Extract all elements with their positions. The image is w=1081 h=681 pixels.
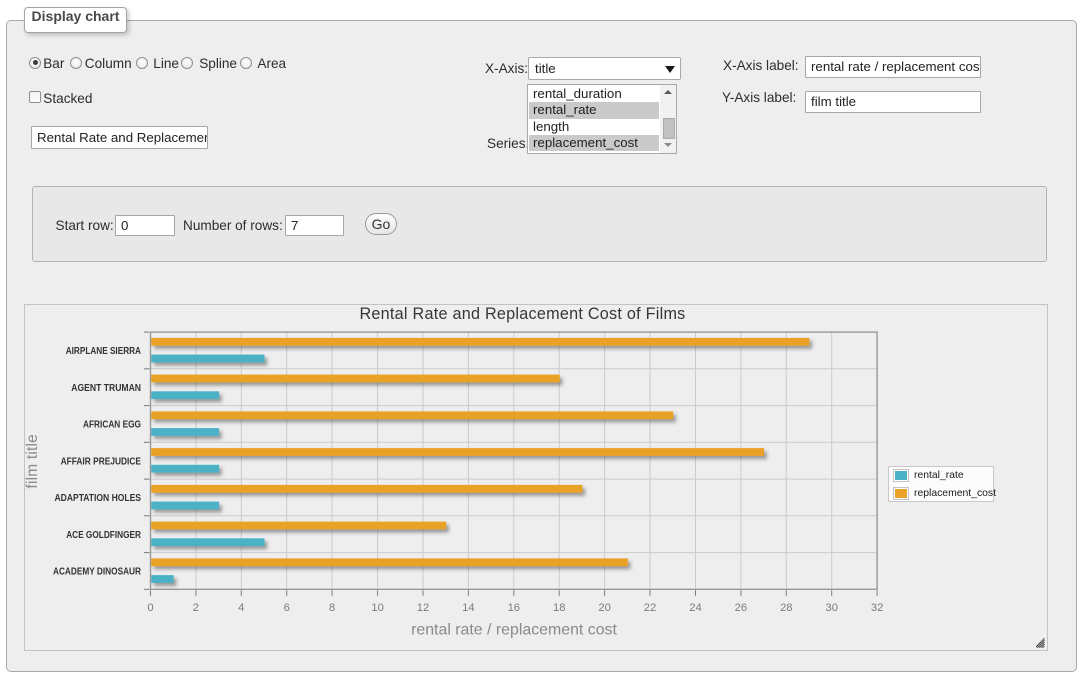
svg-text:30: 30	[825, 602, 837, 614]
svg-text:ACADEMY DINOSAUR: ACADEMY DINOSAUR	[53, 567, 141, 578]
svg-text:16: 16	[508, 602, 520, 614]
svg-text:22: 22	[644, 602, 656, 614]
svg-text:film title: film title	[25, 434, 41, 489]
svg-text:20: 20	[598, 602, 610, 614]
svg-text:6: 6	[284, 602, 290, 614]
svg-text:AFRICAN EGG: AFRICAN EGG	[83, 420, 141, 431]
svg-text:2: 2	[193, 602, 199, 614]
svg-text:12: 12	[417, 602, 429, 614]
svg-text:18: 18	[553, 602, 565, 614]
svg-text:0: 0	[147, 602, 153, 614]
svg-text:rental rate / replacement cost: rental rate / replacement cost	[411, 622, 617, 639]
svg-text:Rental Rate and Replacement Co: Rental Rate and Replacement Cost of Film…	[359, 305, 685, 323]
svg-text:26: 26	[735, 602, 747, 614]
svg-text:24: 24	[689, 602, 701, 614]
svg-text:32: 32	[871, 602, 883, 614]
svg-text:ADAPTATION HOLES: ADAPTATION HOLES	[55, 493, 142, 504]
svg-text:AIRPLANE SIERRA: AIRPLANE SIERRA	[66, 346, 141, 357]
svg-text:AGENT TRUMAN: AGENT TRUMAN	[71, 383, 141, 394]
svg-text:8: 8	[329, 602, 335, 614]
svg-text:10: 10	[371, 602, 383, 614]
svg-text:14: 14	[462, 602, 474, 614]
svg-text:AFFAIR PREJUDICE: AFFAIR PREJUDICE	[61, 456, 142, 467]
svg-text:28: 28	[780, 602, 792, 614]
svg-text:4: 4	[238, 602, 244, 614]
svg-text:ACE GOLDFINGER: ACE GOLDFINGER	[66, 530, 141, 541]
